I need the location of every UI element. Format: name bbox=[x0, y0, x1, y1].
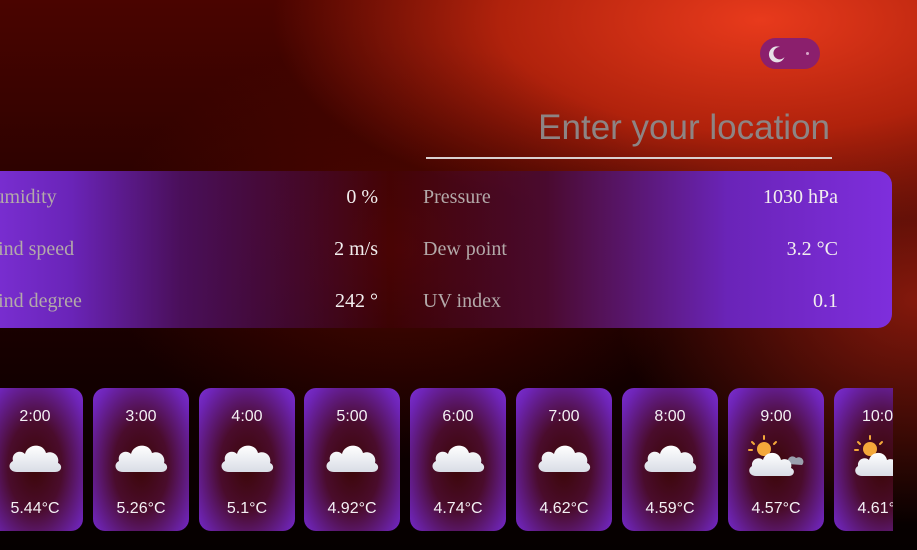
cloud-icon bbox=[538, 445, 591, 472]
details-panel: Humidity 0 % Pressure 1030 hPa Wind spee… bbox=[0, 171, 892, 328]
hour-time: 9:00 bbox=[760, 408, 792, 425]
detail-label: Wind degree bbox=[0, 290, 82, 312]
hour-time: 8:00 bbox=[654, 408, 686, 425]
toggle-dot bbox=[806, 52, 809, 55]
cloud-icon bbox=[221, 445, 274, 472]
hour-temp: 4.92°C bbox=[327, 500, 377, 517]
partly-cloudy-icon bbox=[748, 435, 805, 477]
hour-time: 2:00 bbox=[19, 408, 51, 425]
hour-time: 6:00 bbox=[442, 408, 474, 425]
hour-temp: 4.57°C bbox=[751, 500, 801, 517]
hour-time: 3:00 bbox=[125, 408, 157, 425]
location-search bbox=[426, 105, 832, 159]
detail-value: 242 ° bbox=[335, 290, 378, 312]
cloud-icon bbox=[644, 445, 697, 472]
hour-card: 8:00 4.59°C bbox=[622, 388, 718, 531]
cloud-icon bbox=[432, 445, 485, 472]
hour-time: 10:00 bbox=[861, 408, 893, 425]
cloud-icon bbox=[115, 445, 168, 472]
cloud-icon bbox=[326, 445, 379, 472]
detail-label: Pressure bbox=[423, 186, 491, 208]
hour-time: 7:00 bbox=[548, 408, 580, 425]
hour-card: 2:00 5.44°C bbox=[0, 388, 83, 531]
detail-label: Humidity bbox=[0, 186, 57, 208]
detail-label: Wind speed bbox=[0, 238, 75, 260]
hourly-forecast[interactable]: 2:00 5.44°C 3:00 5.26°C 4:00 5.1°C 5:00 … bbox=[0, 388, 893, 533]
hour-card: 4:00 5.1°C bbox=[199, 388, 295, 531]
hour-card: 6:00 4.74°C bbox=[410, 388, 506, 531]
hour-temp: 5.26°C bbox=[116, 500, 166, 517]
partly-cloudy-icon bbox=[854, 435, 893, 477]
hour-card: 9:00 4.57°C bbox=[728, 388, 824, 531]
detail-value: 0 % bbox=[346, 186, 378, 208]
hour-temp: 4.61°C bbox=[857, 500, 893, 517]
hour-card: 10:00 4.61°C bbox=[834, 388, 893, 531]
hour-temp: 5.44°C bbox=[10, 500, 60, 517]
detail-value: 2 m/s bbox=[334, 238, 378, 260]
detail-label: UV index bbox=[423, 290, 501, 312]
hour-time: 4:00 bbox=[231, 408, 263, 425]
hour-temp: 4.59°C bbox=[645, 500, 695, 517]
moon-icon bbox=[764, 41, 789, 66]
location-input[interactable] bbox=[426, 108, 832, 154]
detail-value: 0.1 bbox=[813, 290, 838, 312]
hour-temp: 4.74°C bbox=[433, 500, 483, 517]
hour-card: 3:00 5.26°C bbox=[93, 388, 189, 531]
detail-value: 3.2 °C bbox=[786, 238, 838, 260]
hour-card: 7:00 4.62°C bbox=[516, 388, 612, 531]
detail-label: Dew point bbox=[423, 238, 507, 260]
cloud-icon bbox=[9, 445, 62, 472]
hour-temp: 4.62°C bbox=[539, 500, 589, 517]
theme-toggle[interactable] bbox=[760, 38, 820, 69]
hour-temp: 5.1°C bbox=[226, 500, 268, 517]
hour-time: 5:00 bbox=[336, 408, 368, 425]
detail-value: 1030 hPa bbox=[763, 186, 838, 208]
hour-card: 5:00 4.92°C bbox=[304, 388, 400, 531]
